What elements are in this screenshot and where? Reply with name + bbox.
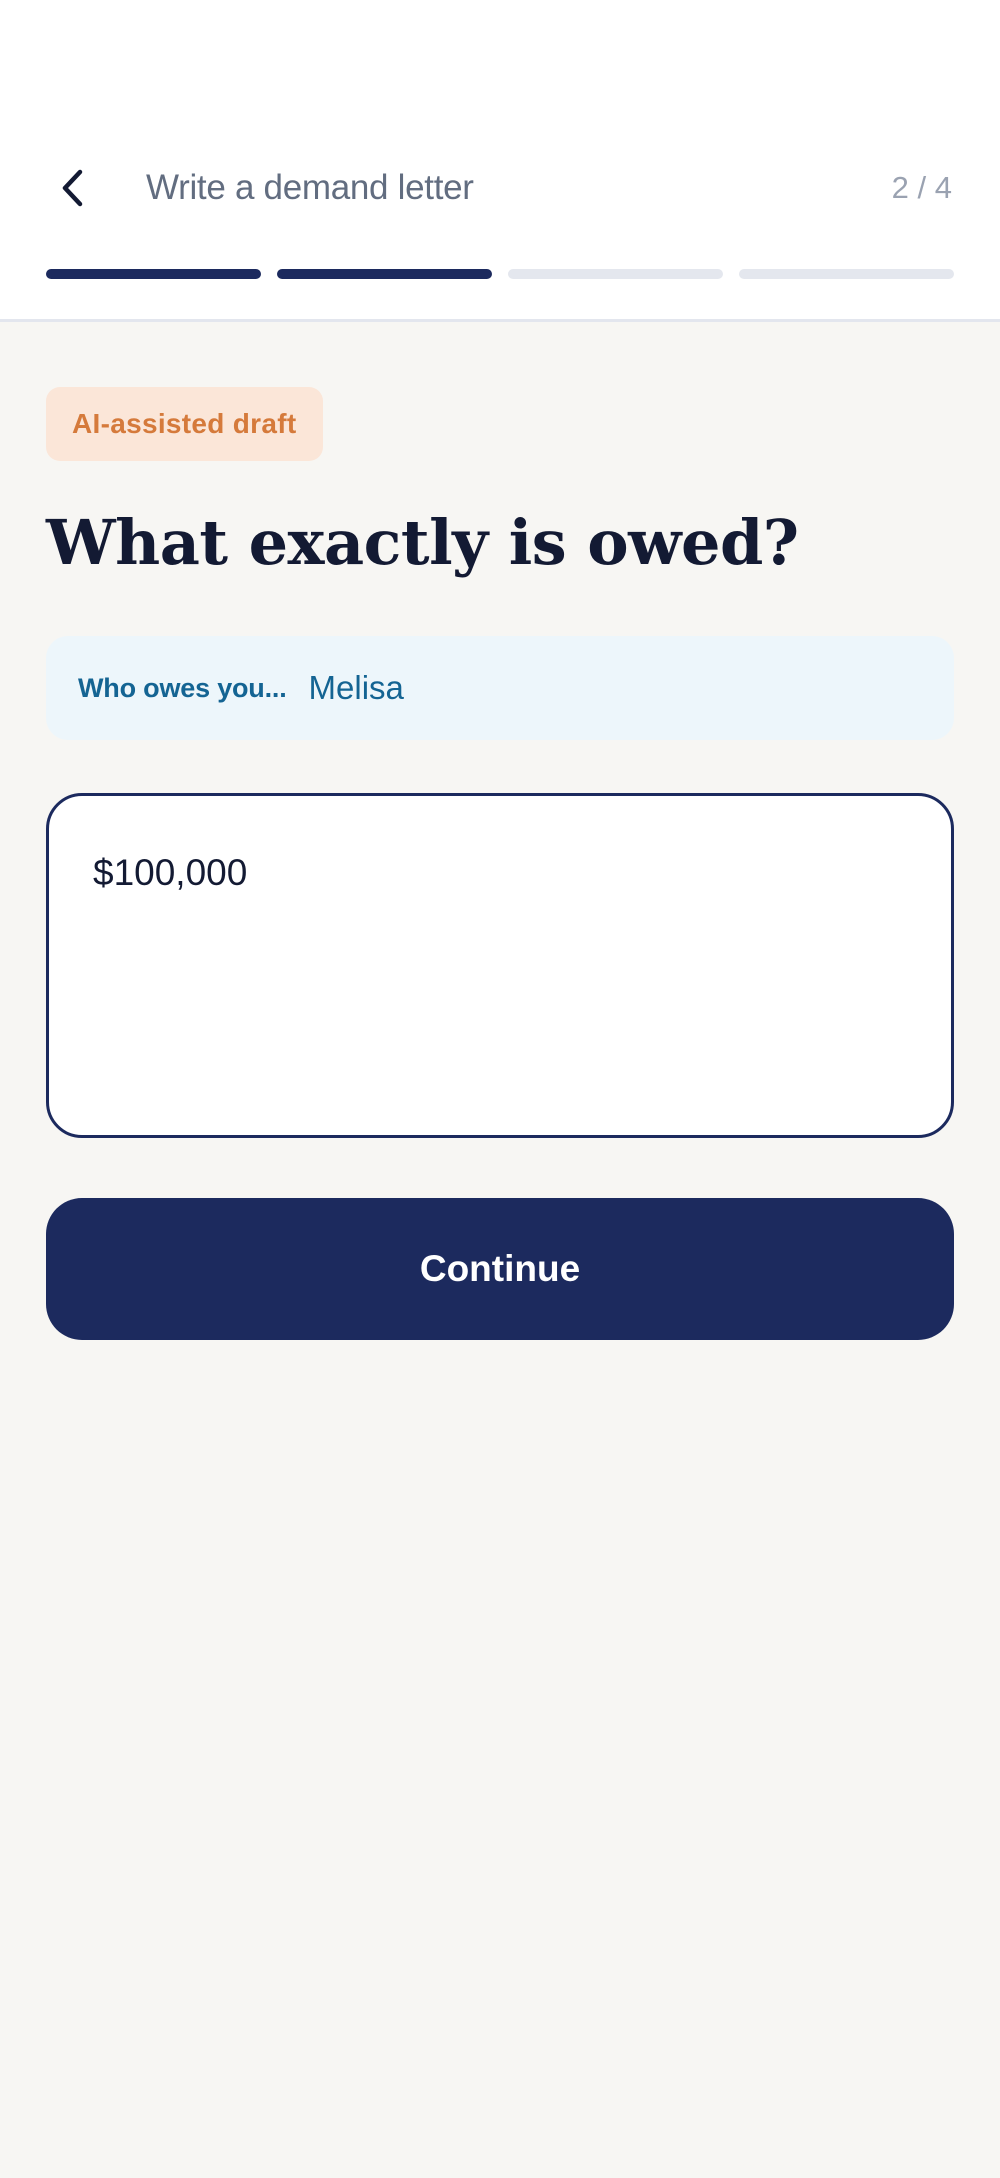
ai-assisted-badge: AI-assisted draft (46, 387, 323, 461)
page-title: Write a demand letter (146, 168, 474, 207)
progress-segment-3 (508, 269, 723, 279)
step-counter: 2 / 4 (891, 170, 952, 205)
continue-button[interactable]: Continue (46, 1198, 954, 1340)
context-value: Melisa (308, 669, 404, 706)
question-heading: What exactly is owed? (46, 506, 799, 579)
chevron-left-icon (62, 169, 83, 207)
progress-segment-2 (277, 269, 492, 279)
top-bar: Write a demand letter 2 / 4 (0, 0, 1000, 322)
progress-segment-1 (46, 269, 261, 279)
amount-owed-input[interactable] (93, 850, 907, 1081)
context-label: Who owes you... (78, 672, 287, 703)
back-button[interactable] (46, 160, 102, 216)
progress-bar (46, 269, 954, 279)
progress-segment-4 (739, 269, 954, 279)
context-card: Who owes you... Melisa (46, 636, 954, 740)
app-screen: Write a demand letter 2 / 4 AI-assisted … (0, 0, 1000, 2178)
answer-box (46, 793, 954, 1138)
